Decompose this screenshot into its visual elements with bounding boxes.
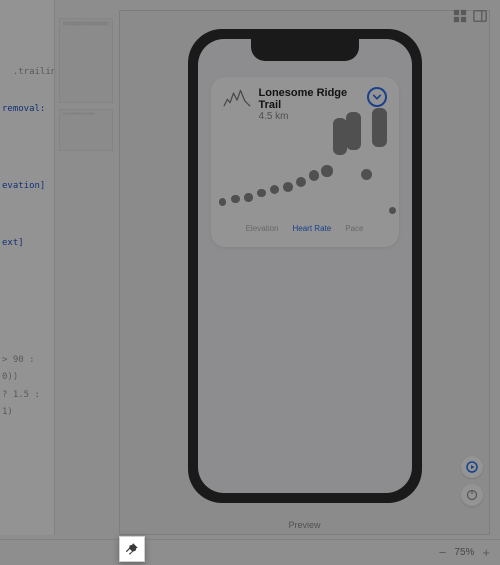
minimap-chunk: ||||||||||||||||||||||||||||||||||||||||… [59,18,113,103]
minimap[interactable]: ||||||||||||||||||||||||||||||||||||||||… [55,12,117,532]
chart-point [219,198,227,206]
segmented-control[interactable]: Elevation Heart Rate Pace [223,224,387,233]
device-notch [251,39,359,61]
bottom-bar: − 75% + [0,539,500,565]
grid-icon[interactable] [453,9,467,23]
chart-point [361,169,372,180]
zoom-out-button[interactable]: − [439,546,447,559]
device-screen: Lonesome Ridge Trail 4.5 km Elevation He… [198,39,412,493]
zoom-in-button[interactable]: + [482,546,490,559]
zoom-value: 75% [454,547,474,558]
trail-card: Lonesome Ridge Trail 4.5 km Elevation He… [211,77,399,247]
chart-point [270,185,279,194]
chart-point [346,112,361,150]
panel-icon[interactable] [473,9,487,23]
pin-preview-button[interactable] [119,536,145,562]
segment-elevation[interactable]: Elevation [246,224,279,233]
live-preview-button[interactable] [461,456,483,478]
code-snippet: ext] [2,238,24,248]
chart-point [296,177,306,187]
chart-point [283,182,293,192]
chart-point [231,195,239,203]
refresh-button[interactable] [461,484,483,506]
chart-point [309,170,320,181]
heart-rate-chart [223,132,387,218]
code-snippet: .trailing) [13,67,55,77]
code-snippet: ? 1.5 : 1) [2,390,40,417]
zoom-controls: − 75% + [439,546,500,559]
code-snippet: evation] [2,181,45,191]
segment-pace[interactable]: Pace [345,224,363,233]
chart-point [372,108,387,147]
card-title: Lonesome Ridge Trail [259,87,359,111]
code-snippet: > 90 : 0)) [2,355,35,382]
chart-point [389,207,396,214]
chart-point [257,189,266,198]
preview-canvas: Lonesome Ridge Trail 4.5 km Elevation He… [119,10,490,535]
xcode-window: .trailing) removal: evation] ext] > 90 :… [0,0,500,565]
device-frame: Lonesome Ridge Trail 4.5 km Elevation He… [188,29,422,503]
chart-point [321,165,332,176]
minimap-chunk: ||||||||||||||||||||||||||||||||||||||||… [59,109,113,151]
ridge-icon [223,87,251,111]
segment-heart-rate[interactable]: Heart Rate [293,224,332,233]
code-snippet: removal: [2,104,45,114]
chart-point [244,193,252,201]
preview-label: Preview [120,520,489,530]
expand-button[interactable] [367,87,387,107]
code-editor[interactable]: .trailing) removal: evation] ext] > 90 :… [0,0,55,535]
